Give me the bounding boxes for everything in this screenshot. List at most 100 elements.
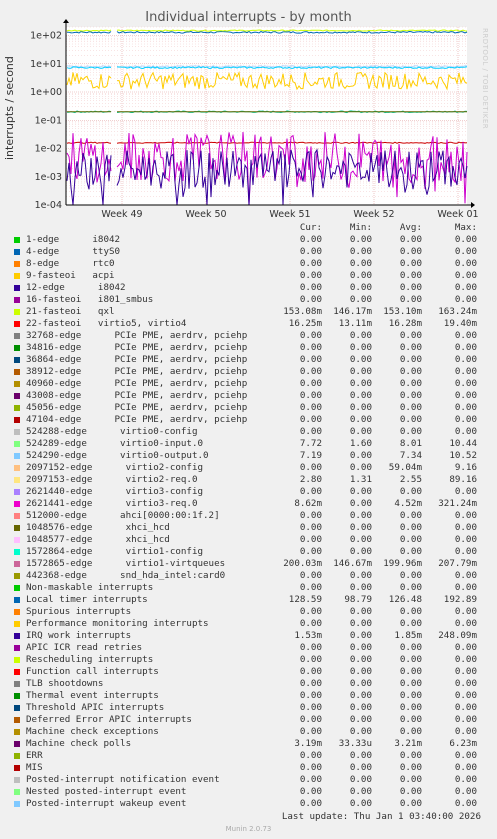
chart-plot: 1e-04 1e-03 1e-02 1e-01 1e+00 1e+01 1e+02 Week …: [30, 19, 479, 220]
legend-swatch: [14, 453, 20, 459]
legend-swatch: [14, 585, 20, 591]
legend-row: 524288-edge virtio0-config 0.00 0.00 0.00 0.…: [0, 426, 497, 438]
x-tick-label: Week 49: [101, 209, 142, 220]
legend-value-max: 0.00: [454, 786, 477, 797]
legend-value-max: 0.00: [454, 726, 477, 737]
legend-value-avg: 8.01: [399, 438, 422, 449]
legend-swatch: [14, 801, 20, 807]
legend-row: Machine check polls 3.19m 33.33u 3.21m 6.23m: [0, 738, 497, 750]
legend-value-max: 10.44: [449, 438, 477, 449]
legend-value-max: 207.79m: [438, 558, 477, 569]
legend-row: 2097153-edge virtio2-req.0 2.80 1.31 2.55 89…: [0, 474, 497, 486]
legend-row: 442368-edge snd_hda_intel:card0 0.00 0.00 0…: [0, 570, 497, 582]
legend-series-name: 442368-edge snd_hda_intel:card0: [26, 570, 226, 581]
legend-row: 34816-edge PCIe PME, aerdrv, pciehp 0.00 0…: [0, 342, 497, 354]
legend-value-max: 89.16: [449, 474, 477, 485]
x-tick-label: Week 01: [437, 209, 478, 220]
legend-row: Thermal event interrupts 0.00 0.00 0.00 0.00: [0, 690, 497, 702]
legend-row: Local timer interrupts 128.59 98.79 126.48 1…: [0, 594, 497, 606]
legend-series-name: 34816-edge PCIe PME, aerdrv, pciehp: [26, 342, 248, 353]
legend-value-avg: 0.00: [399, 666, 422, 677]
legend-series-name: 524289-edge virtio0-input.0: [26, 438, 204, 449]
legend-value-max: 9.16: [454, 462, 477, 473]
legend-value-max: 0.00: [454, 426, 477, 437]
legend-swatch: [14, 465, 20, 471]
legend-value-avg: 3.21m: [394, 738, 422, 749]
legend-value-max: 0.00: [454, 414, 477, 425]
legend-header: Cur: Min: Avg: Max:: [0, 222, 497, 234]
legend-row: 4-edge ttyS0 0.00 0.00 0.00 0.00: [0, 246, 497, 258]
legend-swatch: [14, 417, 20, 423]
legend-row: 2621441-edge virtio3-req.0 8.62m 0.00 4.52m…: [0, 498, 497, 510]
legend-value-max: 0.00: [454, 702, 477, 713]
legend-value-avg: 2.55: [399, 474, 422, 485]
legend-value-avg: 0.00: [399, 786, 422, 797]
legend-swatch: [14, 777, 20, 783]
legend-swatch: [14, 321, 20, 327]
legend-series-name: 21-fasteoi qxl: [26, 306, 115, 317]
legend-series-name: 1572865-edge virtio1-virtqueues: [26, 558, 226, 569]
legend-value-avg: 0.00: [399, 762, 422, 773]
legend-row: 8-edge rtc0 0.00 0.00 0.00 0.00: [0, 258, 497, 270]
legend-column-header: Max:: [454, 222, 477, 233]
legend-row: 43008-edge PCIe PME, aerdrv, pciehp 0.00 0…: [0, 390, 497, 402]
legend-value-max: 0.00: [454, 750, 477, 761]
legend-swatch: [14, 657, 20, 663]
y-tick-label: 1e+02: [30, 31, 62, 42]
legend-value-avg: 0.00: [399, 546, 422, 557]
legend-series-name: Posted-interrupt wakeup event: [26, 798, 187, 809]
legend-series-name: Local timer interrupts: [26, 594, 148, 605]
legend-swatch: [14, 513, 20, 519]
legend-series-name: Non-maskable interrupts: [26, 582, 154, 593]
legend-series-name: 1048577-edge xhci_hcd: [26, 534, 170, 545]
legend-value-avg: 0.00: [399, 618, 422, 629]
y-tick-label: 1e+00: [30, 87, 62, 98]
legend-value-max: 0.00: [454, 654, 477, 665]
legend-value-max: 0.00: [454, 618, 477, 629]
legend-value-avg: 4.52m: [394, 498, 422, 509]
legend-series-name: 22-fasteoi virtio5, virtio4: [26, 318, 187, 329]
legend-row: 1572864-edge virtio1-config 0.00 0.00 0.00 0…: [0, 546, 497, 558]
legend-swatch: [14, 261, 20, 267]
legend-swatch: [14, 705, 20, 711]
legend-value-avg: 0.00: [399, 726, 422, 737]
legend-swatch: [14, 381, 20, 387]
legend-series-name: 8-edge rtc0: [26, 258, 115, 269]
legend-swatch: [14, 345, 20, 351]
legend-value-avg: 0.00: [399, 522, 422, 533]
y-tick-label: 1e+01: [30, 59, 62, 70]
x-tick-label: Week 52: [353, 209, 394, 220]
legend-value-max: 10.52: [449, 450, 477, 461]
legend-series-name: 47104-edge PCIe PME, aerdrv, pciehp: [26, 414, 248, 425]
legend-value-avg: 0.00: [399, 582, 422, 593]
legend-series-name: 12-edge i8042: [26, 282, 126, 293]
legend-series-name: Rescheduling interrupts: [26, 654, 154, 665]
legend-series-name: TLB shootdowns: [26, 678, 104, 689]
legend-series-name: Machine check exceptions: [26, 726, 159, 737]
legend-series-name: 4-edge ttyS0: [26, 246, 121, 257]
legend-row: Posted-interrupt notification event 0.00 0…: [0, 774, 497, 786]
legend-value-avg: 0.00: [399, 354, 422, 365]
legend-value-max: 0.00: [454, 390, 477, 401]
legend-row: Threshold APIC interrupts 0.00 0.00 0.00 0.0…: [0, 702, 497, 714]
legend-value-max: 0.00: [454, 342, 477, 353]
legend-swatch: [14, 477, 20, 483]
legend-row: IRQ work interrupts 1.53m 0.00 1.85m 248.09m: [0, 630, 497, 642]
legend-value-avg: 0.00: [399, 270, 422, 281]
legend-value-avg: 0.00: [399, 294, 422, 305]
x-tick-label: Week 50: [185, 209, 226, 220]
legend-value-max: 0.00: [454, 378, 477, 389]
legend-swatch: [14, 597, 20, 603]
legend-value-avg: 16.28m: [388, 318, 422, 329]
legend-row: 45056-edge PCIe PME, aerdrv, pciehp 0.00 0…: [0, 402, 497, 414]
legend-value-max: 0.00: [454, 546, 477, 557]
legend-value-max: 0.00: [454, 642, 477, 653]
legend-value-max: 0.00: [454, 294, 477, 305]
legend-value-avg: 0.00: [399, 426, 422, 437]
legend-series-name: 524288-edge virtio0-config: [26, 426, 198, 437]
legend-value-max: 0.00: [454, 486, 477, 497]
legend-value-avg: 0.00: [399, 282, 422, 293]
legend-row: Deferred Error APIC interrupts 0.00 0.00 0.…: [0, 714, 497, 726]
legend-value-avg: 0.00: [399, 330, 422, 341]
legend-value-avg: 0.00: [399, 702, 422, 713]
